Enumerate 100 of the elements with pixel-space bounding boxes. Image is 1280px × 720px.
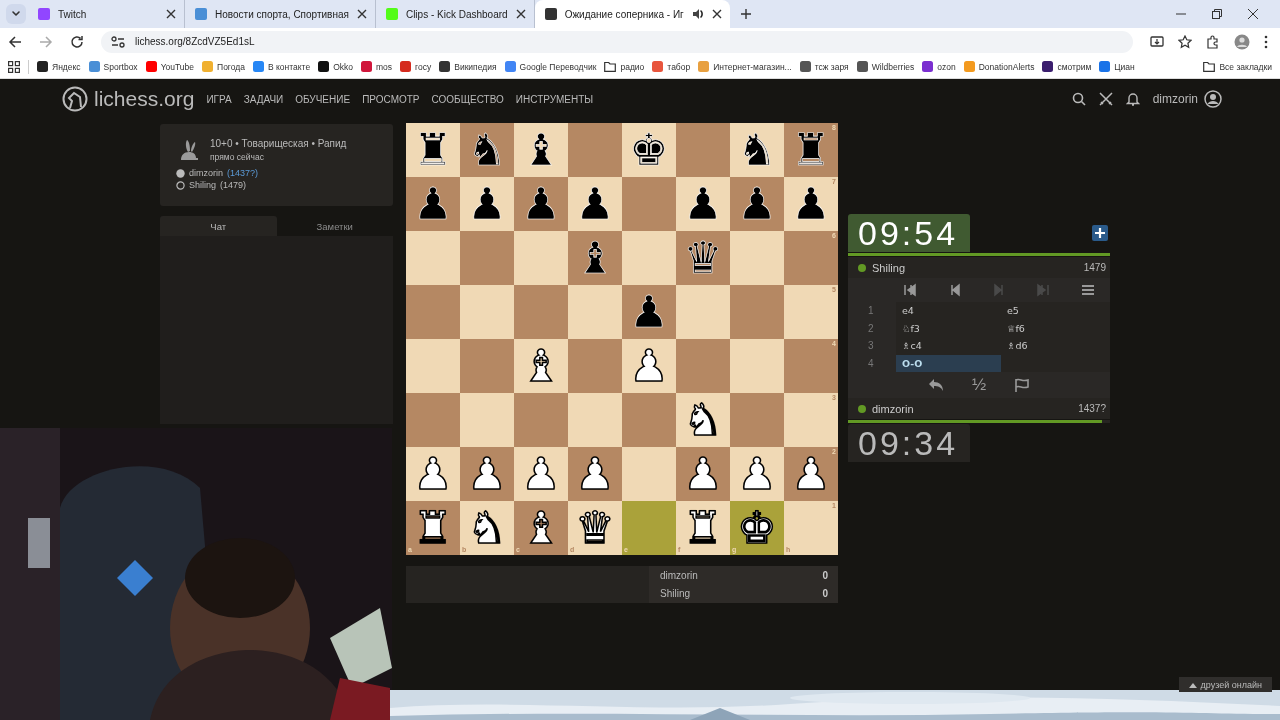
bookmark[interactable]: Okko bbox=[318, 61, 353, 72]
browser-tab[interactable]: Ожидание соперника - Иг bbox=[534, 0, 730, 28]
chess-piece[interactable]: ♜ bbox=[413, 125, 453, 175]
back-icon[interactable] bbox=[8, 34, 22, 49]
bookmark[interactable]: Все закладки bbox=[1203, 61, 1280, 72]
move[interactable]: ♗d6 bbox=[1001, 337, 1106, 355]
chat-tab[interactable]: Заметки bbox=[276, 216, 393, 236]
chess-piece[interactable]: ♟ bbox=[575, 179, 615, 229]
player-link[interactable]: dimzorin bbox=[189, 168, 223, 178]
close-icon[interactable] bbox=[711, 9, 722, 19]
close-icon[interactable] bbox=[356, 9, 367, 19]
chess-piece[interactable]: ♟ bbox=[413, 179, 453, 229]
close-icon[interactable] bbox=[166, 9, 176, 19]
chess-piece[interactable]: ♟ bbox=[467, 179, 507, 229]
board-square[interactable]: ♝ bbox=[514, 123, 568, 177]
move[interactable]: e5 bbox=[1001, 302, 1106, 320]
first-move-icon[interactable] bbox=[903, 283, 918, 297]
bookmark[interactable]: Погода bbox=[202, 61, 245, 72]
nav-link[interactable]: ПРОСМОТР bbox=[362, 93, 420, 105]
search-icon[interactable] bbox=[1071, 92, 1086, 106]
chess-piece[interactable]: ♟ bbox=[791, 179, 831, 229]
player-link[interactable]: Shiling bbox=[189, 180, 217, 190]
board-square[interactable]: ♟ bbox=[514, 177, 568, 231]
bookmark[interactable]: радио bbox=[604, 61, 645, 72]
bookmark[interactable]: Google Переводчик bbox=[504, 61, 597, 72]
bookmark[interactable]: госу bbox=[400, 61, 432, 72]
user-icon[interactable] bbox=[1204, 90, 1222, 108]
chess-piece[interactable]: ♞ bbox=[737, 125, 777, 175]
bookmark[interactable]: Sportbox bbox=[88, 61, 138, 72]
bookmark[interactable]: Wildberries bbox=[856, 61, 915, 72]
chess-piece[interactable]: ♝ bbox=[521, 125, 561, 175]
chess-piece[interactable]: ♛ bbox=[683, 233, 723, 283]
chess-piece[interactable]: ♜ bbox=[791, 125, 831, 175]
menu-icon[interactable] bbox=[1080, 283, 1095, 297]
address-field[interactable]: lichess.org/8ZcdVZ5Ed1sL bbox=[101, 30, 1133, 53]
chess-piece[interactable]: ♞ bbox=[467, 125, 507, 175]
star-icon[interactable] bbox=[1178, 34, 1192, 49]
player-link[interactable]: Shiling bbox=[872, 261, 906, 274]
chat-tab[interactable]: Чат bbox=[160, 216, 277, 236]
nav-link[interactable]: СООБЩЕСТВО bbox=[431, 93, 504, 105]
bookmark[interactable]: Википедия bbox=[439, 61, 497, 72]
board-square[interactable]: ♚ bbox=[622, 123, 676, 177]
bookmark[interactable]: табор bbox=[652, 61, 691, 72]
browser-tab[interactable]: Clips - Kick Dashboard bbox=[375, 0, 535, 28]
move[interactable]: ♕f6 bbox=[1001, 319, 1106, 337]
site-info-icon[interactable] bbox=[111, 35, 125, 48]
nav-link[interactable]: ОБУЧЕНИЕ bbox=[295, 93, 351, 105]
menu-icon[interactable] bbox=[1264, 34, 1268, 49]
add-time-button[interactable] bbox=[1092, 225, 1108, 241]
move[interactable]: O-O bbox=[896, 354, 1001, 372]
board-square[interactable]: ♞ bbox=[460, 123, 514, 177]
chess-piece[interactable]: ♟ bbox=[737, 179, 777, 229]
board-square[interactable]: ♞ bbox=[730, 123, 784, 177]
chess-piece[interactable]: ♟ bbox=[521, 179, 561, 229]
chess-piece[interactable]: ♚ bbox=[629, 125, 669, 175]
bookmark[interactable]: Интернет-магазин... bbox=[698, 61, 792, 72]
board-square[interactable]: ♟ bbox=[730, 177, 784, 231]
board-square[interactable]: ♛ bbox=[676, 231, 730, 285]
bookmark[interactable]: Яндекс bbox=[37, 61, 81, 72]
board-square[interactable]: ♝ bbox=[568, 231, 622, 285]
nav-link[interactable]: ИГРА bbox=[206, 93, 232, 105]
nav-link[interactable]: ИНСТРУМЕНТЫ bbox=[515, 93, 594, 105]
move[interactable]: ♗c4 bbox=[896, 337, 1001, 355]
maximize-icon[interactable] bbox=[1212, 9, 1222, 19]
bookmark[interactable]: ozon bbox=[922, 61, 956, 72]
bookmark[interactable]: DonationAlerts bbox=[963, 61, 1035, 72]
board-square[interactable]: ♟ bbox=[406, 177, 460, 231]
player-link[interactable]: dimzorin bbox=[872, 402, 914, 415]
avatar-icon[interactable] bbox=[1234, 33, 1250, 50]
close-icon[interactable] bbox=[1248, 9, 1258, 19]
chess-piece[interactable]: ♝ bbox=[575, 233, 615, 283]
board-square[interactable]: ♟ bbox=[568, 177, 622, 231]
nav-link[interactable]: ЗАДАЧИ bbox=[243, 93, 284, 105]
board-square[interactable]: ♟ bbox=[676, 177, 730, 231]
browser-tab[interactable]: Twitch bbox=[28, 0, 185, 28]
bookmark[interactable]: В контакте bbox=[253, 61, 311, 72]
bookmark[interactable]: Циан bbox=[1099, 61, 1135, 72]
tab-search-button[interactable] bbox=[6, 4, 26, 24]
move[interactable]: e4 bbox=[896, 302, 1001, 320]
board-square[interactable]: ♟ bbox=[460, 177, 514, 231]
bookmark[interactable]: смотрим bbox=[1042, 61, 1092, 72]
reload-icon[interactable] bbox=[70, 34, 84, 49]
bell-icon[interactable] bbox=[1125, 92, 1140, 106]
close-icon[interactable] bbox=[515, 9, 526, 19]
crossed-swords-icon[interactable] bbox=[1098, 92, 1113, 106]
apps-icon[interactable] bbox=[8, 60, 20, 73]
site-logo[interactable]: lichess.org bbox=[62, 86, 195, 112]
board-square[interactable]: ♜ bbox=[406, 123, 460, 177]
chess-piece[interactable]: ♟ bbox=[629, 287, 669, 337]
bookmark[interactable]: тсж заря bbox=[799, 61, 849, 72]
bookmark[interactable]: mos bbox=[361, 61, 393, 72]
bookmark[interactable]: YouTube bbox=[145, 61, 195, 72]
speaker-icon[interactable] bbox=[691, 8, 704, 20]
move[interactable]: ♘f3 bbox=[896, 319, 1001, 337]
extensions-icon[interactable] bbox=[1206, 34, 1220, 49]
offer-draw-button[interactable]: ½ bbox=[969, 375, 989, 395]
board-square[interactable]: ♟ bbox=[622, 285, 676, 339]
user-name[interactable]: dimzorin bbox=[1152, 92, 1198, 106]
chess-piece[interactable]: ♟ bbox=[683, 179, 723, 229]
install-icon[interactable] bbox=[1150, 34, 1164, 49]
